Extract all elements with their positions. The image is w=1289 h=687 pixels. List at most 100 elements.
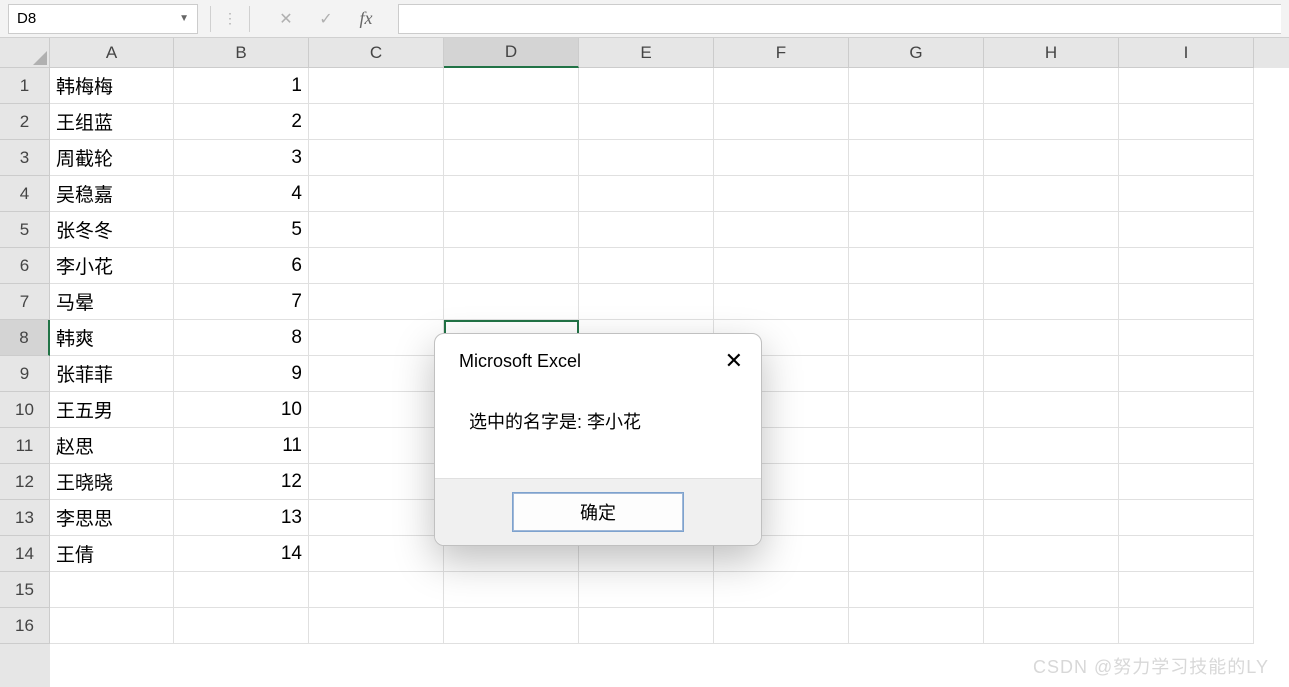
close-icon[interactable]: ✕ xyxy=(725,348,743,374)
cell-G12[interactable] xyxy=(849,464,984,500)
cell-I15[interactable] xyxy=(1119,572,1254,608)
cell-G14[interactable] xyxy=(849,536,984,572)
cell-A11[interactable]: 赵思 xyxy=(50,428,174,464)
cell-A6[interactable]: 李小花 xyxy=(50,248,174,284)
column-header-H[interactable]: H xyxy=(984,38,1119,68)
cell-C3[interactable] xyxy=(309,140,444,176)
cell-G6[interactable] xyxy=(849,248,984,284)
cell-B16[interactable] xyxy=(174,608,309,644)
column-header-B[interactable]: B xyxy=(174,38,309,68)
column-header-F[interactable]: F xyxy=(714,38,849,68)
cell-C7[interactable] xyxy=(309,284,444,320)
cell-D1[interactable] xyxy=(444,68,579,104)
cell-B4[interactable]: 4 xyxy=(174,176,309,212)
column-header-C[interactable]: C xyxy=(309,38,444,68)
column-header-G[interactable]: G xyxy=(849,38,984,68)
row-header-11[interactable]: 11 xyxy=(0,428,50,464)
cell-C14[interactable] xyxy=(309,536,444,572)
row-header-16[interactable]: 16 xyxy=(0,608,50,644)
cell-I6[interactable] xyxy=(1119,248,1254,284)
row-header-1[interactable]: 1 xyxy=(0,68,50,104)
cell-F16[interactable] xyxy=(714,608,849,644)
cell-G11[interactable] xyxy=(849,428,984,464)
fx-icon[interactable]: fx xyxy=(356,9,376,29)
cell-B8[interactable]: 8 xyxy=(174,320,309,356)
cell-G5[interactable] xyxy=(849,212,984,248)
row-header-3[interactable]: 3 xyxy=(0,140,50,176)
cell-H11[interactable] xyxy=(984,428,1119,464)
cell-A15[interactable] xyxy=(50,572,174,608)
row-header-2[interactable]: 2 xyxy=(0,104,50,140)
cell-C13[interactable] xyxy=(309,500,444,536)
cell-D16[interactable] xyxy=(444,608,579,644)
row-header-13[interactable]: 13 xyxy=(0,500,50,536)
cell-E2[interactable] xyxy=(579,104,714,140)
cell-F3[interactable] xyxy=(714,140,849,176)
cell-A16[interactable] xyxy=(50,608,174,644)
cell-G3[interactable] xyxy=(849,140,984,176)
cell-E3[interactable] xyxy=(579,140,714,176)
row-header-10[interactable]: 10 xyxy=(0,392,50,428)
cell-H7[interactable] xyxy=(984,284,1119,320)
cell-B9[interactable]: 9 xyxy=(174,356,309,392)
cell-C8[interactable] xyxy=(309,320,444,356)
cell-H8[interactable] xyxy=(984,320,1119,356)
row-header-12[interactable]: 12 xyxy=(0,464,50,500)
cell-G15[interactable] xyxy=(849,572,984,608)
column-header-I[interactable]: I xyxy=(1119,38,1254,68)
cell-D6[interactable] xyxy=(444,248,579,284)
cell-A8[interactable]: 韩爽 xyxy=(50,320,174,356)
cell-I12[interactable] xyxy=(1119,464,1254,500)
cell-C11[interactable] xyxy=(309,428,444,464)
cell-E5[interactable] xyxy=(579,212,714,248)
cell-E4[interactable] xyxy=(579,176,714,212)
cell-I7[interactable] xyxy=(1119,284,1254,320)
cell-F2[interactable] xyxy=(714,104,849,140)
cell-A3[interactable]: 周截轮 xyxy=(50,140,174,176)
cell-E7[interactable] xyxy=(579,284,714,320)
cell-G16[interactable] xyxy=(849,608,984,644)
row-header-7[interactable]: 7 xyxy=(0,284,50,320)
cell-C9[interactable] xyxy=(309,356,444,392)
cell-I16[interactable] xyxy=(1119,608,1254,644)
row-header-6[interactable]: 6 xyxy=(0,248,50,284)
cell-B15[interactable] xyxy=(174,572,309,608)
cell-F5[interactable] xyxy=(714,212,849,248)
cell-E16[interactable] xyxy=(579,608,714,644)
cell-I8[interactable] xyxy=(1119,320,1254,356)
cell-F6[interactable] xyxy=(714,248,849,284)
cell-C1[interactable] xyxy=(309,68,444,104)
column-header-E[interactable]: E xyxy=(579,38,714,68)
chevron-down-icon[interactable]: ▼ xyxy=(179,13,189,24)
cell-B7[interactable]: 7 xyxy=(174,284,309,320)
cell-H12[interactable] xyxy=(984,464,1119,500)
cell-I2[interactable] xyxy=(1119,104,1254,140)
cell-E15[interactable] xyxy=(579,572,714,608)
cell-H5[interactable] xyxy=(984,212,1119,248)
cell-H13[interactable] xyxy=(984,500,1119,536)
cell-B3[interactable]: 3 xyxy=(174,140,309,176)
cell-B6[interactable]: 6 xyxy=(174,248,309,284)
cell-H3[interactable] xyxy=(984,140,1119,176)
ok-button[interactable]: 确定 xyxy=(513,493,683,531)
cell-B13[interactable]: 13 xyxy=(174,500,309,536)
cell-A7[interactable]: 马晕 xyxy=(50,284,174,320)
cell-D3[interactable] xyxy=(444,140,579,176)
row-header-4[interactable]: 4 xyxy=(0,176,50,212)
cell-C2[interactable] xyxy=(309,104,444,140)
cell-H1[interactable] xyxy=(984,68,1119,104)
cell-B14[interactable]: 14 xyxy=(174,536,309,572)
cell-I3[interactable] xyxy=(1119,140,1254,176)
cell-F4[interactable] xyxy=(714,176,849,212)
name-box[interactable]: D8 ▼ xyxy=(8,4,198,34)
cell-G7[interactable] xyxy=(849,284,984,320)
cell-B1[interactable]: 1 xyxy=(174,68,309,104)
cell-E1[interactable] xyxy=(579,68,714,104)
cell-B2[interactable]: 2 xyxy=(174,104,309,140)
cell-B5[interactable]: 5 xyxy=(174,212,309,248)
cell-C5[interactable] xyxy=(309,212,444,248)
cell-F1[interactable] xyxy=(714,68,849,104)
cell-C12[interactable] xyxy=(309,464,444,500)
cell-A4[interactable]: 吴稳嘉 xyxy=(50,176,174,212)
cell-I11[interactable] xyxy=(1119,428,1254,464)
